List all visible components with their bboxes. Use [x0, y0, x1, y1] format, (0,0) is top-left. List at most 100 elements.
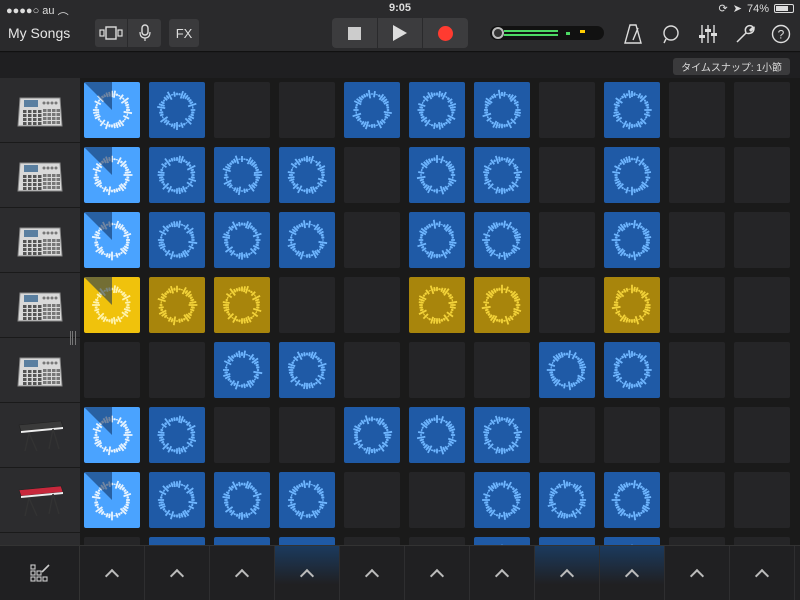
loop-cell[interactable] [279, 212, 335, 268]
empty-cell[interactable] [539, 407, 595, 463]
loop-cell[interactable] [539, 342, 595, 398]
column-resize-handle[interactable] [70, 331, 76, 345]
loop-cell[interactable] [604, 537, 660, 545]
loop-cell[interactable] [604, 472, 660, 528]
empty-cell[interactable] [409, 537, 465, 545]
metronome-button[interactable] [623, 24, 643, 44]
column-trigger-10[interactable] [665, 546, 730, 600]
help-button[interactable]: ? [771, 24, 791, 44]
loop-cell[interactable] [214, 537, 270, 545]
loop-cell[interactable] [84, 472, 140, 528]
fx-button[interactable]: FX [169, 19, 199, 47]
loop-cell[interactable] [474, 407, 530, 463]
loop-cell[interactable] [604, 82, 660, 138]
empty-cell[interactable] [734, 407, 790, 463]
microphone-button[interactable] [128, 19, 161, 47]
loop-cell[interactable] [84, 212, 140, 268]
empty-cell[interactable] [84, 342, 140, 398]
empty-cell[interactable] [669, 407, 725, 463]
empty-cell[interactable] [539, 212, 595, 268]
loop-cell[interactable] [409, 212, 465, 268]
loop-cell[interactable] [604, 342, 660, 398]
loop-cell[interactable] [539, 537, 595, 545]
grid-edit-button[interactable] [0, 546, 80, 600]
loop-cell[interactable] [604, 147, 660, 203]
loop-cell[interactable] [604, 277, 660, 333]
loop-cell[interactable] [149, 82, 205, 138]
loop-cell[interactable] [214, 212, 270, 268]
empty-cell[interactable] [474, 342, 530, 398]
track-header-1[interactable] [0, 78, 80, 143]
empty-cell[interactable] [344, 472, 400, 528]
empty-cell[interactable] [84, 537, 140, 545]
column-trigger-6[interactable] [405, 546, 470, 600]
empty-cell[interactable] [344, 342, 400, 398]
loop-cell[interactable] [84, 277, 140, 333]
loop-browser-button[interactable] [661, 24, 681, 44]
loop-cell[interactable] [474, 472, 530, 528]
loop-cell[interactable] [409, 82, 465, 138]
empty-cell[interactable] [344, 212, 400, 268]
master-volume-meter[interactable] [490, 26, 604, 40]
loop-cell[interactable] [214, 472, 270, 528]
loop-cell[interactable] [214, 277, 270, 333]
loop-cell[interactable] [84, 82, 140, 138]
empty-cell[interactable] [279, 407, 335, 463]
track-header-4[interactable] [0, 273, 80, 338]
column-trigger-9[interactable] [600, 546, 665, 600]
empty-cell[interactable] [734, 147, 790, 203]
loop-cell[interactable] [409, 147, 465, 203]
column-trigger-3[interactable] [210, 546, 275, 600]
track-header-3[interactable] [0, 208, 80, 273]
loop-cell[interactable] [474, 277, 530, 333]
tracks-view-button[interactable] [95, 19, 128, 47]
loop-cell[interactable] [149, 212, 205, 268]
loop-cell[interactable] [149, 537, 205, 545]
time-snap-button[interactable]: タイムスナップ: 1小節 [673, 58, 790, 75]
loop-cell[interactable] [149, 147, 205, 203]
empty-cell[interactable] [734, 537, 790, 545]
play-button[interactable] [377, 18, 423, 48]
column-trigger-8[interactable] [535, 546, 600, 600]
loop-cell[interactable] [279, 342, 335, 398]
empty-cell[interactable] [734, 277, 790, 333]
column-trigger-11[interactable] [730, 546, 795, 600]
stop-button[interactable] [332, 18, 377, 48]
loop-cell[interactable] [539, 472, 595, 528]
column-trigger-7[interactable] [470, 546, 535, 600]
track-header-5[interactable] [0, 338, 80, 403]
track-header-6[interactable] [0, 403, 80, 468]
empty-cell[interactable] [669, 342, 725, 398]
empty-cell[interactable] [669, 472, 725, 528]
loop-cell[interactable] [149, 407, 205, 463]
empty-cell[interactable] [669, 537, 725, 545]
empty-cell[interactable] [279, 82, 335, 138]
empty-cell[interactable] [734, 82, 790, 138]
loop-cell[interactable] [279, 537, 335, 545]
column-trigger-1[interactable] [80, 546, 145, 600]
empty-cell[interactable] [214, 407, 270, 463]
loop-cell[interactable] [604, 212, 660, 268]
column-trigger-4[interactable] [275, 546, 340, 600]
empty-cell[interactable] [344, 537, 400, 545]
track-header-2[interactable] [0, 143, 80, 208]
empty-cell[interactable] [409, 472, 465, 528]
empty-cell[interactable] [539, 147, 595, 203]
empty-cell[interactable] [344, 277, 400, 333]
column-trigger-2[interactable] [145, 546, 210, 600]
settings-button[interactable] [735, 24, 755, 44]
loop-cell[interactable] [409, 407, 465, 463]
empty-cell[interactable] [734, 342, 790, 398]
loop-cell[interactable] [474, 82, 530, 138]
record-button[interactable] [423, 18, 469, 48]
loop-cell[interactable] [474, 537, 530, 545]
empty-cell[interactable] [409, 342, 465, 398]
empty-cell[interactable] [669, 147, 725, 203]
empty-cell[interactable] [149, 342, 205, 398]
track-header-7[interactable] [0, 468, 80, 533]
loop-cell[interactable] [474, 212, 530, 268]
empty-cell[interactable] [344, 147, 400, 203]
empty-cell[interactable] [214, 82, 270, 138]
loop-cell[interactable] [149, 472, 205, 528]
empty-cell[interactable] [279, 277, 335, 333]
